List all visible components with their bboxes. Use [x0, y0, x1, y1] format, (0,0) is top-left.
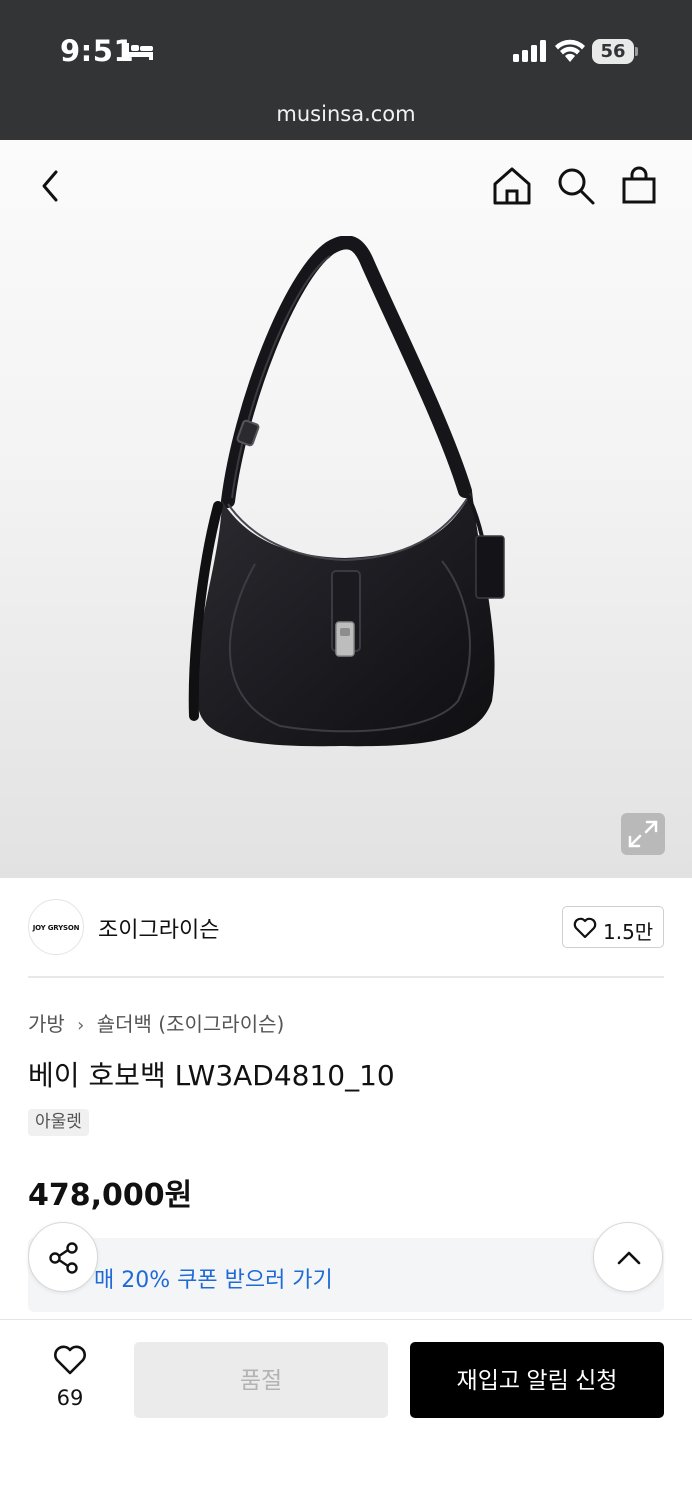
share-button[interactable] [28, 1222, 98, 1292]
product-image [188, 236, 505, 747]
heart-icon [573, 917, 597, 939]
brand-like-button[interactable]: 1.5만 [562, 906, 664, 948]
product-title: 베이 호보백 LW3AD4810_10 [28, 1059, 395, 1092]
cellular-signal-icon [513, 40, 546, 62]
product-page: 9:51 56 musinsa.com JOY GRYSON 조이그라이슨 1.… [0, 0, 692, 1500]
shopping-bag-icon[interactable] [617, 164, 661, 208]
battery-indicator: 56 [592, 39, 638, 64]
coupon-link[interactable]: 매 20% 쿠폰 받으러 가기 [94, 1262, 333, 1294]
browser-top-bar: 9:51 56 musinsa.com [0, 0, 692, 140]
outlet-badge: 아울렛 [28, 1109, 89, 1136]
sleep-focus-icon [125, 43, 153, 60]
brand-name[interactable]: 조이그라이슨 [98, 912, 219, 944]
home-icon[interactable] [490, 164, 534, 208]
bottom-bar-divider [0, 1319, 692, 1320]
product-image-area[interactable] [0, 140, 692, 878]
wishlist-count: 69 [56, 1386, 84, 1410]
product-price: 478,000원 [28, 1178, 193, 1213]
url-bar[interactable]: musinsa.com [0, 102, 692, 126]
battery-level: 56 [592, 39, 634, 64]
chevron-right-icon: › [77, 1015, 85, 1036]
coupon-banner[interactable]: 매 20% 쿠폰 받으러 가기 [28, 1238, 664, 1312]
divider [28, 976, 664, 978]
brand-logo[interactable]: JOY GRYSON [28, 899, 84, 955]
back-icon[interactable] [30, 164, 74, 208]
search-icon[interactable] [554, 164, 598, 208]
chevron-up-icon [617, 1251, 641, 1265]
expand-icon [628, 820, 658, 848]
brand-like-count: 1.5만 [603, 920, 654, 944]
expand-image-button[interactable] [621, 813, 665, 855]
breadcrumb-subcategory[interactable]: 숄더백 (조이그라이슨) [97, 1012, 285, 1036]
breadcrumb-category[interactable]: 가방 [28, 1012, 65, 1036]
scroll-top-button[interactable] [593, 1222, 663, 1292]
share-icon [49, 1242, 78, 1274]
restock-alert-button[interactable]: 재입고 알림 신청 [410, 1342, 664, 1418]
soldout-button: 품절 [134, 1342, 388, 1418]
wifi-icon [555, 39, 585, 62]
brand-row: JOY GRYSON 조이그라이슨 1.5만 [28, 898, 664, 958]
wishlist-button[interactable]: 69 [40, 1342, 100, 1418]
breadcrumb: 가방 › 숄더백 (조이그라이슨) [28, 1008, 284, 1037]
battery-cap [635, 47, 638, 56]
heart-icon [54, 1345, 86, 1375]
